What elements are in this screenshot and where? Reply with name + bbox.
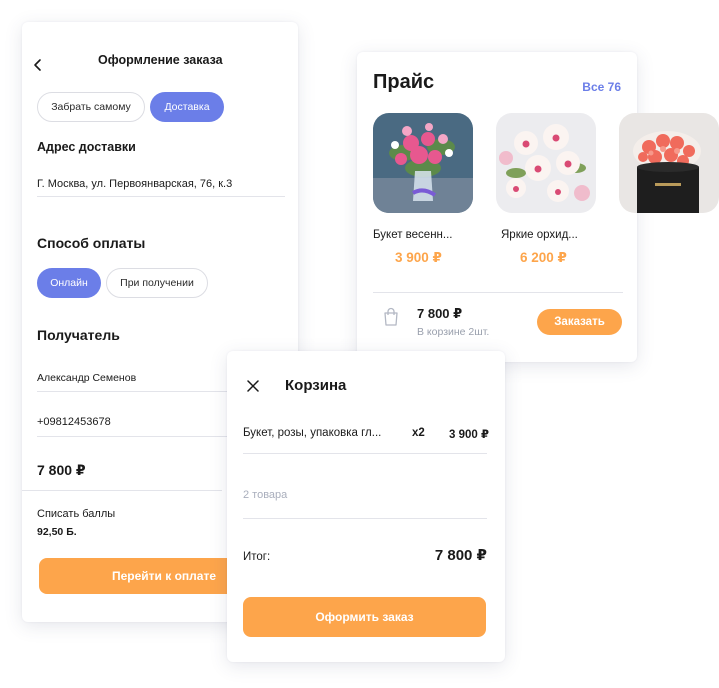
product-image-pink-roses[interactable] (373, 113, 473, 213)
points-value: 92,50 Б. (37, 526, 77, 538)
order-button[interactable]: Заказать (537, 309, 622, 335)
cart-goods-count: 2 товара (243, 489, 288, 501)
pickup-option-button[interactable]: Забрать самому (37, 92, 145, 122)
cart-divider (243, 518, 487, 519)
cart-item-quantity: x2 (412, 427, 425, 439)
recipient-name-underline (37, 391, 237, 392)
cart-total-value: 7 800 ₽ (434, 547, 487, 564)
price-card: Прайс Все 76 Букет весенн... 3 900 ₽ Ярк… (357, 52, 719, 362)
delivery-option-button[interactable]: Доставка (150, 92, 224, 122)
product-image-orchids[interactable] (496, 113, 596, 213)
close-icon[interactable] (247, 380, 259, 392)
checkout-total: 7 800 ₽ (37, 462, 86, 478)
product-price: 3 900 ₽ (395, 250, 442, 265)
recipient-name-field[interactable]: Александр Семенов (37, 372, 136, 384)
recipient-phone-underline (37, 436, 237, 437)
place-order-button[interactable]: Оформить заказ (243, 597, 486, 637)
cart-title: Корзина (285, 377, 347, 394)
payment-online-button[interactable]: Онлайн (37, 268, 101, 298)
address-field[interactable]: Г. Москва, ул. Первоянварская, 76, к.3 (37, 178, 232, 190)
shopping-bag-icon (384, 307, 398, 326)
payment-on-receipt-button[interactable]: При получении (106, 268, 208, 298)
cart-item-name: Букет, розы, упаковка гл... (243, 427, 382, 439)
cart-card: Корзина Букет, розы, упаковка гл... x2 3… (227, 351, 505, 662)
checkout-title: Оформление заказа (98, 53, 223, 67)
cart-divider (243, 453, 487, 454)
chevron-left-icon[interactable] (31, 58, 45, 72)
points-label: Списать баллы (37, 508, 116, 520)
address-label: Адрес доставки (37, 140, 136, 154)
cart-count: В корзине 2шт. (417, 326, 490, 338)
cart-total-label: Итог: (243, 551, 271, 563)
product-name: Букет весенн... (373, 229, 453, 241)
price-divider (373, 292, 623, 293)
payment-label: Способ оплаты (37, 235, 146, 251)
cart-total: 7 800 ₽ (417, 306, 463, 321)
product-name: Яркие орхид... (501, 229, 578, 241)
total-divider (22, 490, 222, 491)
price-title: Прайс (373, 71, 435, 93)
cart-item-price: 3 900 ₽ (449, 429, 489, 441)
product-image-coral-roses[interactable] (619, 113, 719, 213)
recipient-label: Получатель (37, 327, 120, 343)
product-price: 6 200 ₽ (520, 250, 567, 265)
recipient-phone-field[interactable]: +09812453678 (37, 416, 111, 428)
address-underline (37, 196, 285, 197)
all-products-link[interactable]: Все 76 (582, 80, 621, 94)
